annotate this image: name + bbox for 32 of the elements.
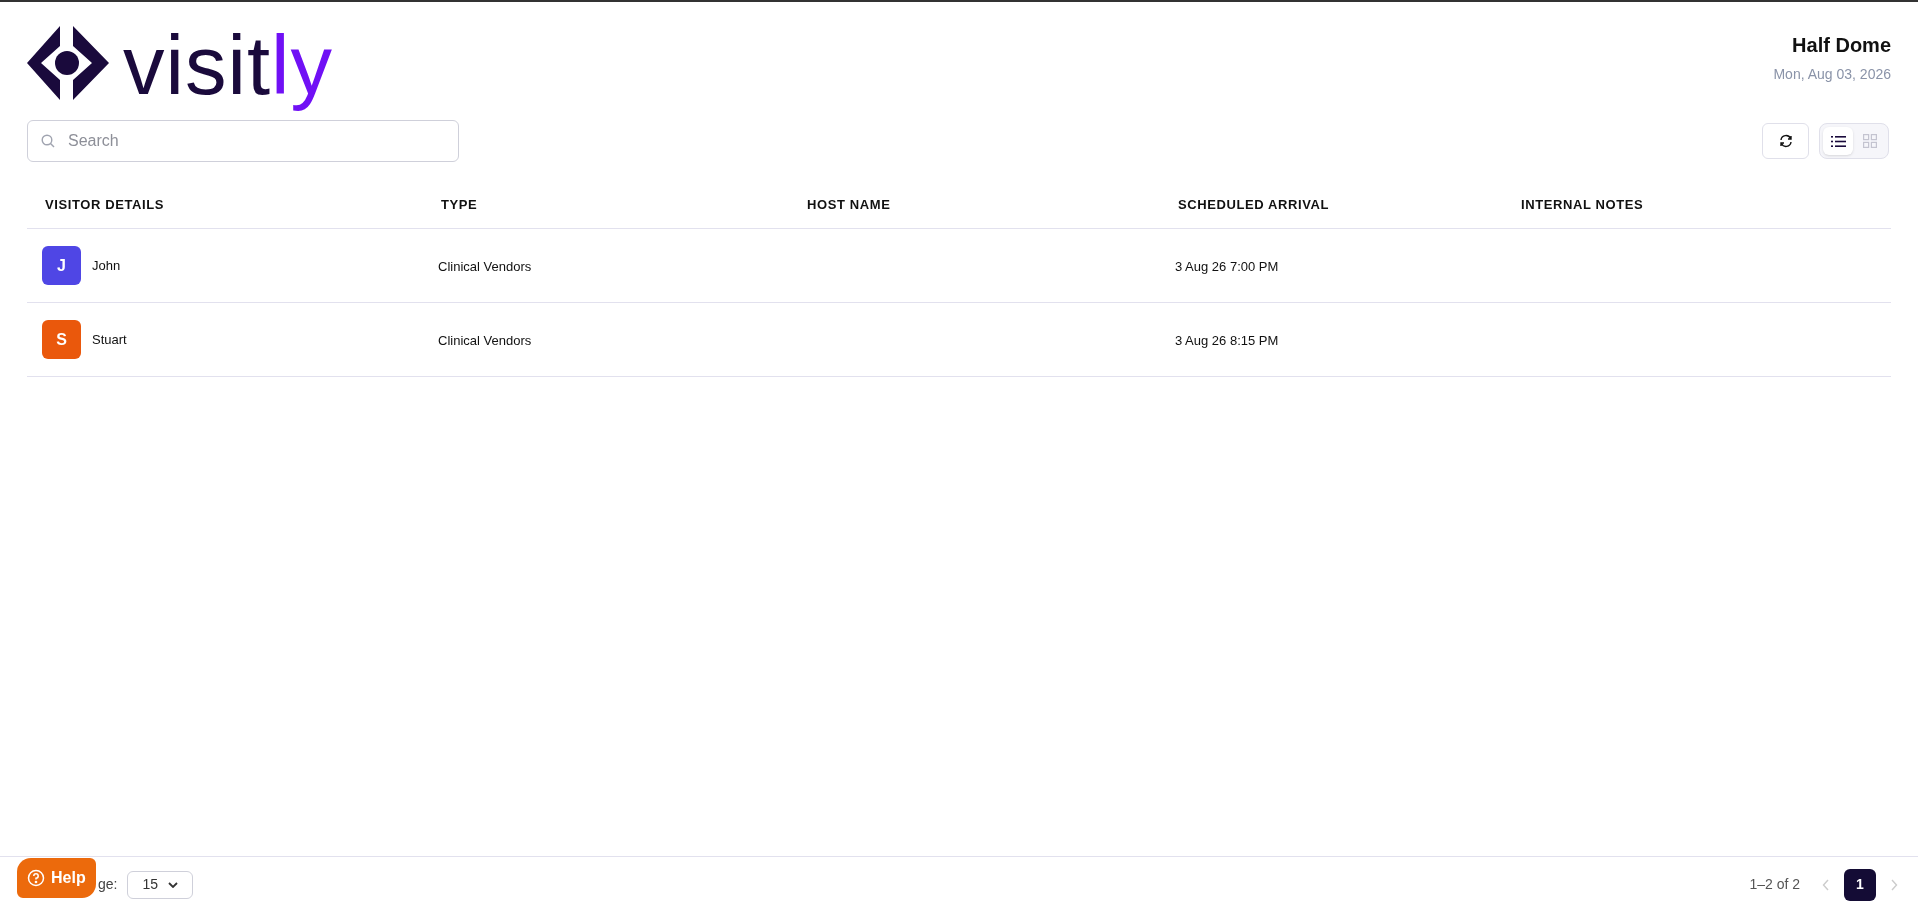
search-icon (41, 134, 55, 148)
column-header: VISITOR DETAILS (45, 197, 165, 212)
refresh-icon (1778, 134, 1793, 148)
list-icon (1830, 135, 1846, 147)
rows-per-page-select[interactable]: 15 (127, 870, 194, 899)
avatar: J (42, 246, 81, 285)
table-cell: Clinical Vendors (438, 332, 532, 348)
column-header: INTERNAL NOTES (1521, 197, 1644, 212)
chevron-down-icon (168, 881, 179, 888)
date-text: Mon, Aug 03, 2026 (1773, 65, 1891, 84)
help-icon (27, 869, 45, 887)
refresh-button[interactable] (1762, 123, 1809, 159)
search-field[interactable]: Search (27, 120, 459, 162)
table-cell: 3 Aug 26 7:00 PM (1175, 258, 1279, 274)
location-name: Half Dome (1792, 33, 1891, 58)
logo-icon (27, 24, 109, 102)
page-button[interactable]: 1 (1844, 868, 1876, 901)
rows-per-page-label: ge: (98, 875, 118, 894)
column-header: HOST NAME (807, 197, 891, 212)
list-view-button[interactable] (1823, 127, 1853, 155)
table-cell: 3 Aug 26 8:15 PM (1175, 332, 1279, 348)
visitor-name: Stuart (92, 330, 127, 349)
previous-page-icon[interactable] (1822, 878, 1830, 891)
visitor-name: John (92, 256, 121, 275)
column-header: TYPE (441, 197, 478, 212)
grid-icon (1863, 134, 1877, 148)
logo-text: visitly (123, 18, 333, 115)
table-cell: Clinical Vendors (438, 258, 532, 274)
column-header: SCHEDULED ARRIVAL (1178, 197, 1330, 212)
next-page-icon[interactable] (1890, 878, 1898, 891)
avatar: S (42, 320, 81, 359)
range-text: 1–2 of 2 (1749, 875, 1800, 894)
